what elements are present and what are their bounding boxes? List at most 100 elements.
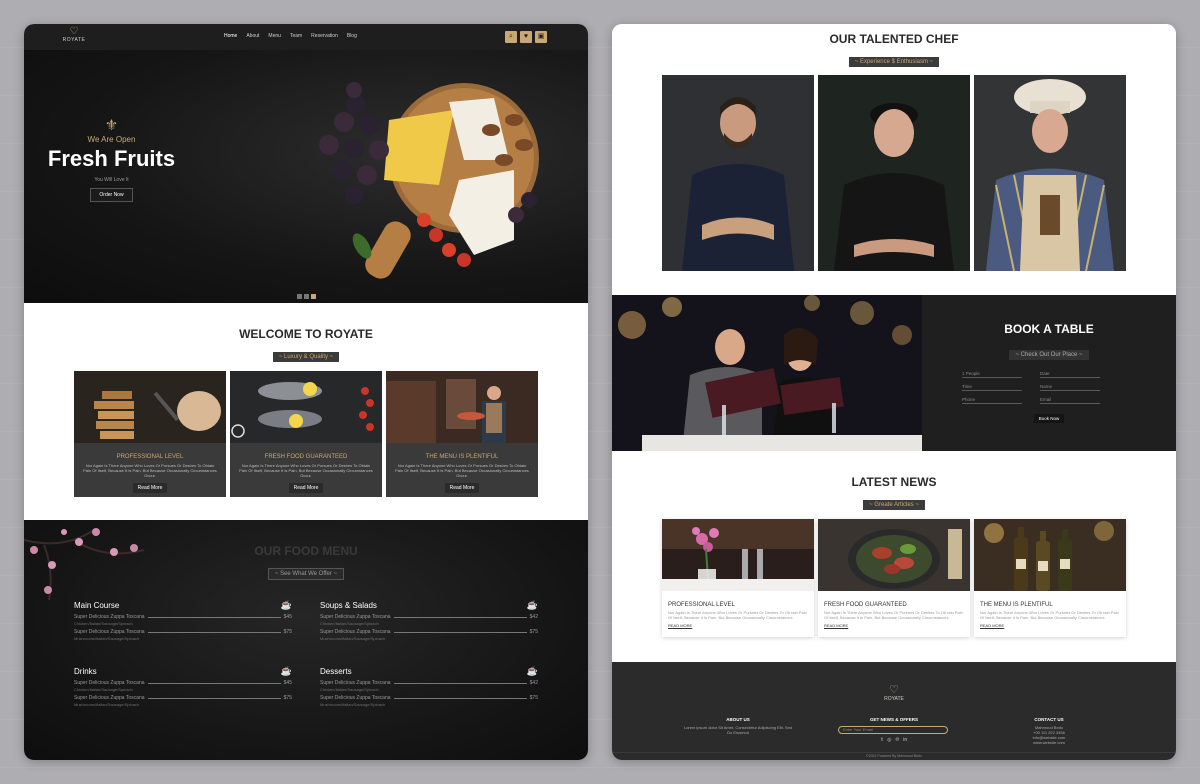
cup-icon: ☕ bbox=[526, 600, 538, 610]
menu-item: Super Delicious Zuppa Toscana $42 Chicken… bbox=[320, 680, 538, 692]
menu-section-title: Desserts bbox=[320, 667, 352, 676]
bread-image bbox=[74, 371, 226, 443]
hero-open-text: We Are Open bbox=[87, 135, 136, 144]
menu-item-name: Super Delicious Zuppa Toscana bbox=[320, 614, 391, 620]
instagram-icon[interactable]: ◎ bbox=[887, 737, 891, 743]
menu-item-name: Super Delicious Zuppa Toscana bbox=[320, 695, 391, 701]
menu-item-price: $42 bbox=[529, 614, 538, 620]
nav-reservation[interactable]: Reservation bbox=[311, 33, 338, 39]
menu-section-desserts: Desserts ☕ Super Delicious Zuppa Toscana $… bbox=[320, 666, 538, 707]
menu-item-name: Super Delicious Zuppa Toscana bbox=[74, 680, 145, 686]
footer-contact-title: CONTACT US bbox=[1034, 717, 1064, 722]
booking-form: BOOK A TABLE ~ Check Out Our Place ~ 1 P… bbox=[922, 295, 1176, 451]
hero-caption: ⚜ We Are Open Fresh Fruits You Will Love… bbox=[24, 118, 199, 202]
search-icon[interactable]: ⌕ bbox=[505, 31, 517, 43]
menu-item-name: Super Delicious Zuppa Toscana bbox=[74, 695, 145, 701]
copyright: ©2021 Powered By Mahmoud Bedo bbox=[612, 752, 1176, 758]
twitter-icon[interactable]: 𝕥 bbox=[881, 737, 883, 743]
nav-logo[interactable]: ♡ ROYATE bbox=[62, 26, 86, 43]
menu-item: Super Delicious Zuppa Toscana $75 Mushroo… bbox=[74, 695, 292, 707]
menu-section-main-course: Main Course ☕ Super Delicious Zuppa Tosca… bbox=[74, 600, 292, 641]
nav-links: Home About Menu Team Reservation Blog bbox=[224, 33, 357, 39]
linkedin-icon[interactable]: in bbox=[903, 737, 907, 743]
newsletter-email-input[interactable]: Enter Your Email bbox=[838, 726, 948, 734]
menu-item-desc: Chicken/Italian/Sausage/Spinach bbox=[320, 621, 379, 626]
salad-plate-image bbox=[818, 519, 970, 591]
read-more-link[interactable]: READ MORE bbox=[662, 620, 814, 628]
news-card: THE MENU IS PLENTIFUL Nor Again Is There… bbox=[974, 519, 1126, 637]
slider-dots bbox=[297, 294, 316, 299]
cart-icon[interactable]: ▣ bbox=[535, 31, 547, 43]
cup-icon: ☕ bbox=[280, 666, 292, 676]
card-desc: Nor Again Is There Anyone Who Loves Or P… bbox=[83, 463, 217, 478]
card-desc: Nor Again Is There Anyone Who Loves Or P… bbox=[395, 463, 529, 478]
footer-logo[interactable]: ♡ ROYATE bbox=[882, 684, 906, 702]
nav-about[interactable]: About bbox=[246, 33, 259, 39]
social-icons: 𝕥 ◎ ℗ in bbox=[838, 737, 950, 743]
phone-field[interactable]: Phone bbox=[962, 397, 1022, 404]
menu-section-title: Main Course bbox=[74, 601, 120, 610]
menu-section-title: Drinks bbox=[74, 667, 97, 676]
nav-menu[interactable]: Menu bbox=[268, 33, 281, 39]
news-card-desc: Nor Again Is There Anyone Who Loves Or P… bbox=[824, 610, 963, 620]
slider-dot-active[interactable] bbox=[311, 294, 316, 299]
menu-section-title: Soups & Salads bbox=[320, 601, 377, 610]
slider-dot[interactable] bbox=[297, 294, 302, 299]
time-field[interactable]: Time bbox=[962, 384, 1022, 391]
menu-item-name: Super Delicious Zuppa Toscana bbox=[74, 614, 145, 620]
contact-line[interactable]: www.website.com bbox=[1012, 740, 1086, 745]
news-card-title: PROFESSIONAL LEVEL bbox=[668, 602, 735, 608]
read-more-button[interactable]: Read More bbox=[133, 483, 167, 493]
read-more-link[interactable]: READ MORE bbox=[818, 620, 970, 628]
menu-item-name: Super Delicious Zuppa Toscana bbox=[320, 629, 391, 635]
food-menu-subtitle: ~ See What We Offer ~ bbox=[267, 568, 345, 580]
pinterest-icon[interactable]: ℗ bbox=[896, 737, 900, 743]
read-more-button[interactable]: Read More bbox=[289, 483, 323, 493]
name-field[interactable]: Name bbox=[1040, 384, 1100, 391]
crest-icon: ⚜ bbox=[104, 117, 119, 134]
book-subtitle: ~ Check Out Our Place ~ bbox=[1009, 350, 1089, 360]
menu-section-soups-salads: Soups & Salads ☕ Super Delicious Zuppa To… bbox=[320, 600, 538, 641]
nav-blog[interactable]: Blog bbox=[347, 33, 357, 39]
footer-about-text: Lorem ipsum dolor Sit Amet, Consectetur … bbox=[683, 725, 793, 735]
order-now-button[interactable]: Order Now bbox=[90, 188, 133, 202]
heart-icon[interactable]: ♥ bbox=[520, 31, 532, 43]
menu-item-desc: Mushrooms/Italian/Sausage/Spinach bbox=[320, 702, 386, 707]
nav-home[interactable]: Home bbox=[224, 33, 237, 39]
slider-dot[interactable] bbox=[304, 294, 309, 299]
menu-item-desc: Mushrooms/Italian/Sausage/Spinach bbox=[74, 636, 140, 641]
read-more-link[interactable]: READ MORE bbox=[974, 620, 1126, 628]
feature-card: THE MENU IS PLENTIFUL Nor Again Is There… bbox=[386, 371, 538, 497]
menu-item-price: $75 bbox=[283, 695, 292, 701]
chefs-title: OUR TALENTED CHEF bbox=[829, 32, 959, 46]
welcome-section: WELCOME TO ROYATE ~ Luxury & Quality ~ P… bbox=[24, 303, 588, 520]
wine-bottles-image bbox=[974, 519, 1126, 591]
footer-about: ABOUT US Lorem ipsum dolor Sit Amet, Con… bbox=[682, 717, 794, 735]
chefs-section: OUR TALENTED CHEF ~ Experience $ Enthusi… bbox=[612, 24, 1176, 295]
footer: ♡ ROYATE ABOUT US Lorem ipsum dolor Sit … bbox=[612, 662, 1176, 760]
dining-couple-image bbox=[612, 295, 922, 451]
chefs-subtitle: ~ Experience $ Enthusiasm ~ bbox=[848, 57, 940, 67]
chef-photo[interactable] bbox=[974, 75, 1126, 271]
date-field[interactable]: Date bbox=[1040, 371, 1100, 378]
chef-photo[interactable] bbox=[818, 75, 970, 271]
menu-item: Super Delicious Zuppa Toscana $42 Chicken… bbox=[320, 614, 538, 626]
feature-card: FRESH FOOD GUARANTEED Nor Again Is There… bbox=[230, 371, 382, 497]
card-desc: Nor Again Is There Anyone Who Loves Or P… bbox=[239, 463, 373, 478]
people-select[interactable]: 1 People bbox=[962, 371, 1022, 378]
read-more-button[interactable]: Read More bbox=[445, 483, 479, 493]
menu-item: Super Delicious Zuppa Toscana $45 Chicken… bbox=[74, 614, 292, 626]
nav-team[interactable]: Team bbox=[290, 33, 302, 39]
menu-section-drinks: Drinks ☕ Super Delicious Zuppa Toscana $45… bbox=[74, 666, 292, 707]
menu-item: Super Delicious Zuppa Toscana $75 Mushroo… bbox=[320, 695, 538, 707]
wine-glass-icon: ♡ bbox=[889, 684, 899, 696]
book-now-button[interactable]: Book Now bbox=[1034, 414, 1064, 423]
chef-photo[interactable] bbox=[662, 75, 814, 271]
book-table-section: BOOK A TABLE ~ Check Out Our Place ~ 1 P… bbox=[612, 295, 1176, 451]
email-field[interactable]: Email bbox=[1040, 397, 1100, 404]
news-card-desc: Nor Again Is There Anyone Who Loves Or P… bbox=[980, 610, 1119, 620]
menu-item-price: $75 bbox=[529, 629, 538, 635]
menu-item-price: $42 bbox=[529, 680, 538, 686]
menu-item-price: $75 bbox=[283, 629, 292, 635]
footer-brand: ROYATE bbox=[884, 696, 904, 702]
